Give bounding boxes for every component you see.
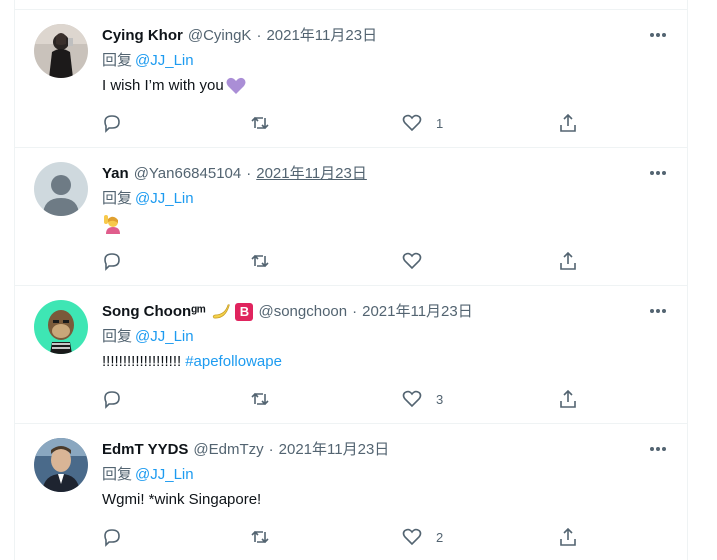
retweet-icon bbox=[251, 116, 269, 130]
heart-icon bbox=[402, 114, 422, 132]
reply-prefix: 回复 bbox=[102, 466, 133, 483]
reply-mention-link[interactable]: @JJ_Lin bbox=[135, 52, 194, 69]
retweet-button[interactable] bbox=[250, 112, 270, 134]
replying-to: 回复 @JJ_Lin bbox=[102, 51, 194, 71]
avatar[interactable] bbox=[34, 438, 88, 492]
share-icon bbox=[560, 251, 576, 270]
banana-icon bbox=[213, 304, 231, 319]
share-icon bbox=[560, 527, 576, 546]
replying-to: 回复 @JJ_Lin bbox=[102, 189, 194, 209]
avatar[interactable] bbox=[34, 300, 88, 354]
separator-dot: · bbox=[246, 165, 252, 182]
share-button[interactable] bbox=[558, 250, 578, 272]
retweet-button[interactable] bbox=[250, 526, 270, 548]
author-name[interactable]: Yan bbox=[102, 164, 129, 184]
reply-icon bbox=[104, 115, 120, 133]
reply-button[interactable] bbox=[102, 526, 122, 548]
replying-to: 回复 @JJ_Lin bbox=[102, 465, 194, 485]
reply-prefix: 回复 bbox=[102, 328, 133, 345]
reply-button[interactable] bbox=[102, 388, 122, 410]
separator-dot: · bbox=[352, 303, 358, 320]
reply-mention-link[interactable]: @JJ_Lin bbox=[135, 190, 194, 207]
retweet-icon bbox=[251, 254, 269, 268]
author-name[interactable]: Cying Khor bbox=[102, 26, 183, 46]
like-button[interactable]: 1 bbox=[402, 112, 443, 134]
author-handle[interactable]: @Yan66845104 bbox=[134, 164, 242, 184]
person-raising-hand-icon bbox=[104, 215, 120, 234]
tweet-text: I wish I’m with you bbox=[102, 76, 246, 96]
tweet-text bbox=[102, 214, 122, 234]
reply-icon bbox=[104, 253, 120, 271]
tweet[interactable]: Song Choonᵍᵐ B @songchoon · 2021年11月23日 … bbox=[15, 286, 687, 424]
avatar[interactable] bbox=[34, 24, 88, 78]
author-handle[interactable]: @CyingK bbox=[188, 26, 252, 46]
more-options-icon[interactable] bbox=[649, 30, 667, 40]
retweet-button[interactable] bbox=[250, 388, 270, 410]
author-handle[interactable]: @EdmTzy bbox=[193, 440, 263, 460]
tweet-date[interactable]: 2021年11月23日 bbox=[362, 302, 473, 322]
reply-prefix: 回复 bbox=[102, 52, 133, 69]
tweet-text-body: Wgmi! *wink Singapore! bbox=[102, 491, 262, 508]
like-button[interactable] bbox=[402, 250, 436, 272]
reply-mention-link[interactable]: @JJ_Lin bbox=[135, 328, 194, 345]
share-button[interactable] bbox=[558, 388, 578, 410]
retweet-icon bbox=[251, 530, 269, 544]
tweet-actions: 3 bbox=[15, 388, 687, 410]
tweet-date[interactable]: 2021年11月23日 bbox=[266, 26, 377, 46]
replying-to: 回复 @JJ_Lin bbox=[102, 327, 194, 347]
reply-button[interactable] bbox=[102, 112, 122, 134]
share-icon bbox=[560, 113, 576, 132]
reply-icon bbox=[104, 391, 120, 409]
heart-icon bbox=[402, 528, 422, 546]
tweet-date[interactable]: 2021年11月23日 bbox=[279, 440, 390, 460]
like-count: 2 bbox=[436, 529, 444, 545]
author-handle[interactable]: @songchoon bbox=[258, 302, 347, 322]
like-count: 3 bbox=[436, 391, 444, 407]
reply-feed: Cying Khor @CyingK · 2021年11月23日 回复 @JJ_L… bbox=[14, 0, 688, 560]
tweet-text: Wgmi! *wink Singapore! bbox=[102, 490, 261, 510]
retweet-icon bbox=[251, 392, 269, 406]
b-button-icon: B bbox=[235, 303, 254, 321]
tweet-actions: 2 bbox=[15, 526, 687, 548]
reply-button[interactable] bbox=[102, 250, 122, 272]
tweet-actions bbox=[15, 250, 687, 272]
tweet-actions: 1 bbox=[15, 112, 687, 134]
more-options-icon[interactable] bbox=[649, 444, 667, 454]
tweet[interactable]: Cying Khor @CyingK · 2021年11月23日 回复 @JJ_L… bbox=[15, 10, 687, 148]
more-options-icon[interactable] bbox=[649, 306, 667, 316]
tweet[interactable]: EdmT YYDS @EdmTzy · 2021年11月23日 回复 @JJ_Li… bbox=[15, 424, 687, 560]
retweet-button[interactable] bbox=[250, 250, 270, 272]
hashtag-link[interactable]: #apefollowape bbox=[185, 352, 282, 372]
reply-icon bbox=[104, 529, 120, 547]
like-count: 1 bbox=[436, 115, 444, 131]
share-button[interactable] bbox=[558, 526, 578, 548]
separator-dot: · bbox=[256, 27, 262, 44]
tweet-text-body: !!!!!!!!!!!!!!!!!!! bbox=[102, 353, 182, 370]
like-button[interactable]: 3 bbox=[402, 388, 443, 410]
tweet-date[interactable]: 2021年11月23日 bbox=[256, 164, 367, 184]
tweet-text: !!!!!!!!!!!!!!!!!!! #apefollowape bbox=[102, 352, 282, 372]
avatar[interactable] bbox=[34, 162, 88, 216]
tweet[interactable]: Yan @Yan66845104 · 2021年11月23日 回复 @JJ_Lin bbox=[15, 148, 687, 286]
author-name[interactable]: EdmT YYDS bbox=[102, 440, 188, 460]
heart-icon bbox=[402, 390, 422, 408]
share-icon bbox=[560, 389, 576, 408]
author-name[interactable]: Song Choonᵍᵐ bbox=[102, 302, 205, 322]
more-options-icon[interactable] bbox=[649, 168, 667, 178]
separator-dot: · bbox=[268, 441, 274, 458]
reply-prefix: 回复 bbox=[102, 190, 133, 207]
like-button[interactable]: 2 bbox=[402, 526, 443, 548]
heart-icon bbox=[402, 252, 422, 270]
purple-heart-icon bbox=[226, 77, 246, 94]
tweet-text-body: I wish I’m with you bbox=[102, 77, 224, 94]
reply-mention-link[interactable]: @JJ_Lin bbox=[135, 466, 194, 483]
share-button[interactable] bbox=[558, 112, 578, 134]
